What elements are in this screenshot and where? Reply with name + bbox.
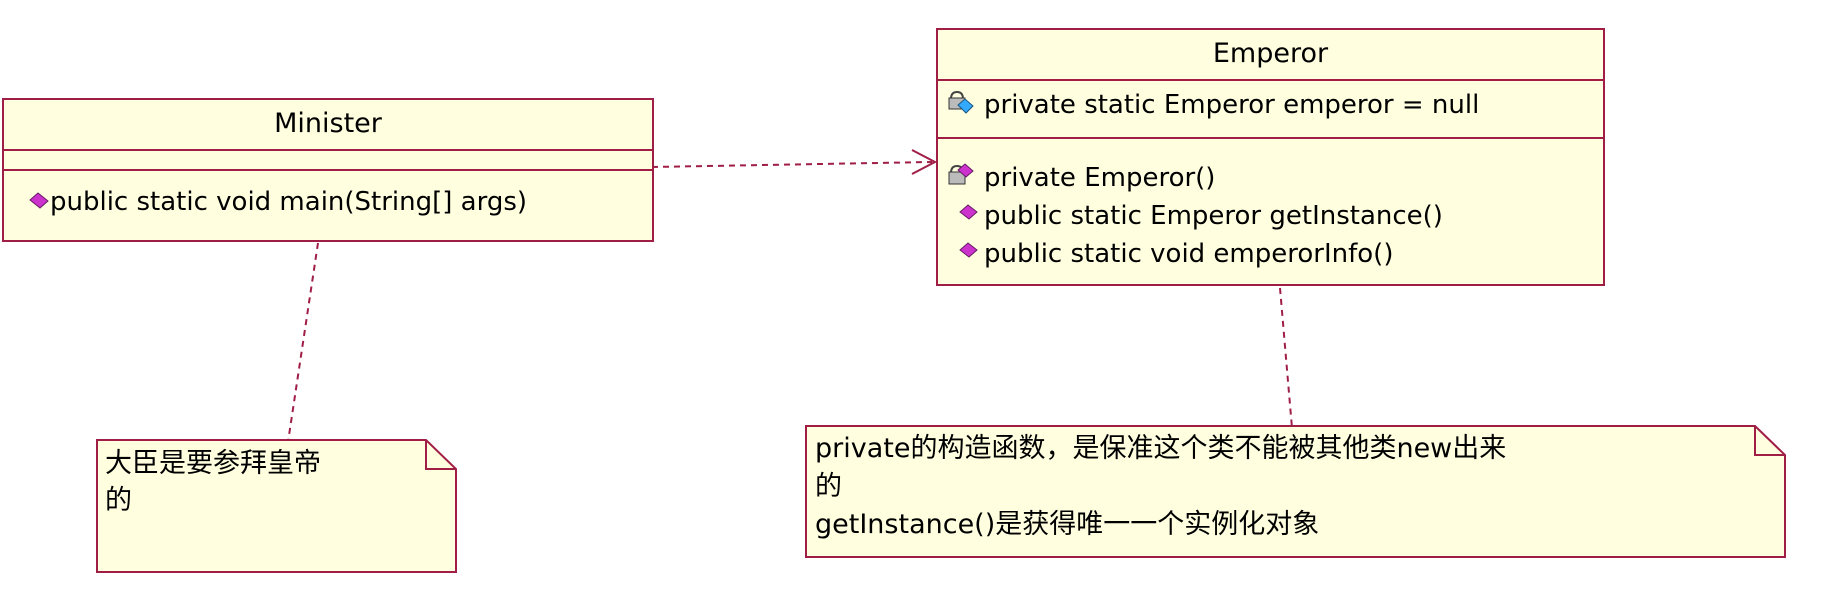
emperor-class-name: Emperor: [938, 30, 1603, 81]
emperor-operation-label: public static void emperorInfo(): [984, 239, 1394, 269]
emperor-note-line-1: private的构造函数，是保准这个类不能被其他类new出来: [815, 433, 1507, 464]
minister-note-line-1: 大臣是要参拜皇帝: [105, 448, 321, 479]
padlock-blue-diamond-icon: [948, 90, 974, 114]
minister-attributes-compartment: [4, 151, 652, 171]
emperor-note[interactable]: private的构造函数，是保准这个类不能被其他类new出来 的 getInst…: [805, 425, 1786, 558]
emperor-note-line-3: getInstance()是获得唯一一个实例化对象: [815, 509, 1320, 540]
magenta-diamond-icon: [959, 242, 978, 258]
emperor-class[interactable]: Emperor private static Emperor emperor =…: [936, 28, 1605, 286]
minister-note-line-2: 的: [105, 485, 132, 516]
magenta-diamond-icon: [959, 204, 978, 220]
emperor-attribute-label: private static Emperor emperor = null: [984, 90, 1480, 120]
dependency-line-minister-to-emperor[interactable]: [651, 161, 933, 168]
emperor-operation-label: public static Emperor getInstance(): [984, 201, 1443, 231]
note-link-minister: [287, 242, 319, 443]
emperor-operations-compartment: private Emperor() public static Emperor …: [938, 139, 1603, 284]
minister-note[interactable]: 大臣是要参拜皇帝 的: [96, 439, 457, 573]
minister-operation-label: public static void main(String[] args): [50, 187, 528, 217]
emperor-note-line-2: 的: [815, 471, 842, 502]
padlock-magenta-diamond-icon: [948, 163, 974, 185]
emperor-operation-label: private Emperor(): [984, 163, 1216, 193]
minister-class-name: Minister: [4, 100, 652, 151]
emperor-attributes-compartment: private static Emperor emperor = null: [938, 81, 1603, 139]
minister-class[interactable]: Minister public static void main(String[…: [2, 98, 654, 242]
minister-operations-compartment: public static void main(String[] args): [4, 171, 652, 240]
note-link-emperor: [1279, 287, 1293, 429]
